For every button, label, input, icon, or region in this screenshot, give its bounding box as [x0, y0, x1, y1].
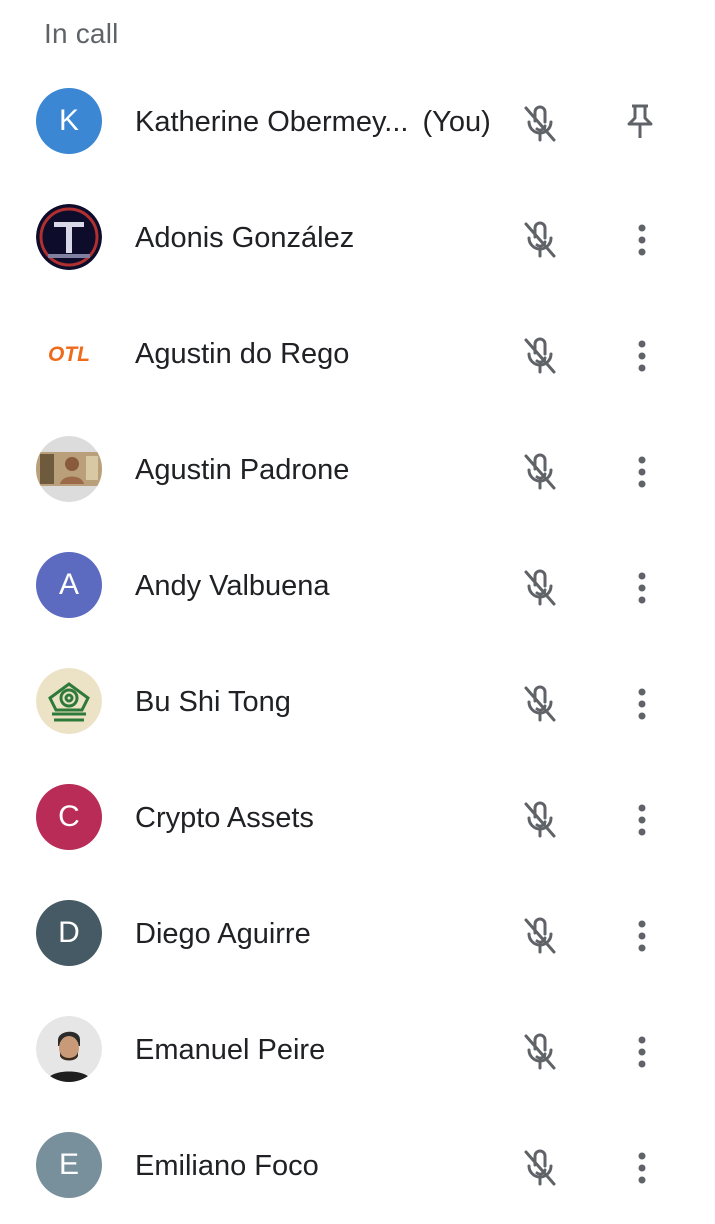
mic-off-icon: [516, 564, 564, 612]
mic-off-icon: [516, 1144, 564, 1192]
more-vert-icon[interactable]: [618, 564, 666, 612]
more-vert-icon[interactable]: [618, 1028, 666, 1076]
avatar-letter: A: [58, 568, 79, 601]
participant-row[interactable]: OTL Agustin do Rego: [0, 296, 715, 412]
participant-name: Agustin do Rego: [135, 338, 350, 370]
avatar-letter: K: [58, 104, 79, 137]
participant-name: Andy Valbuena: [135, 570, 330, 602]
more-vert-icon[interactable]: [618, 448, 666, 496]
section-title: In call: [44, 18, 119, 49]
otl-logo-avatar: OTL: [36, 320, 102, 386]
mic-off-icon: [516, 680, 564, 728]
otl-logo-text: OTL: [48, 343, 90, 366]
t-logo-avatar: [36, 204, 102, 270]
participant-row[interactable]: Agustin Padrone: [0, 412, 715, 528]
earth-kingdom-emblem-avatar: [36, 668, 102, 734]
more-vert-icon[interactable]: [618, 1144, 666, 1192]
avatar: K: [36, 88, 102, 154]
photo-avatar: [36, 436, 102, 502]
participant-row[interactable]: E Emiliano Foco: [0, 1108, 715, 1224]
participant-name: Diego Aguirre: [135, 918, 311, 950]
participant-row[interactable]: D Diego Aguirre: [0, 876, 715, 992]
photo-avatar: [36, 1016, 102, 1082]
participant-row[interactable]: C Crypto Assets: [0, 760, 715, 876]
avatar: C: [36, 784, 102, 850]
avatar-letter: D: [58, 916, 80, 949]
more-vert-icon[interactable]: [618, 216, 666, 264]
participant-list: K Katherine Obermey... (You) Adonis Gonzá…: [0, 64, 715, 1224]
participant-name: Adonis González: [135, 222, 355, 254]
participant-name: Emiliano Foco: [135, 1150, 319, 1182]
avatar-letter: C: [58, 800, 80, 833]
pin-icon[interactable]: [616, 98, 664, 146]
avatar: A: [36, 552, 102, 618]
participant-name: Emanuel Peire: [135, 1034, 326, 1066]
more-vert-icon[interactable]: [618, 332, 666, 380]
participant-name: Katherine Obermey...: [135, 106, 409, 138]
participant-row[interactable]: Bu Shi Tong: [0, 644, 715, 760]
more-vert-icon[interactable]: [618, 912, 666, 960]
mic-off-icon: [516, 448, 564, 496]
avatar: E: [36, 1132, 102, 1198]
mic-off-icon: [516, 796, 564, 844]
mic-off-icon: [516, 100, 564, 148]
mic-off-icon: [516, 216, 564, 264]
participant-name: Bu Shi Tong: [135, 686, 291, 718]
avatar: D: [36, 900, 102, 966]
avatar-letter: E: [58, 1148, 79, 1181]
participant-row[interactable]: Emanuel Peire: [0, 992, 715, 1108]
mic-off-icon: [516, 912, 564, 960]
participant-row[interactable]: K Katherine Obermey... (You): [0, 64, 715, 180]
participant-row[interactable]: Adonis González: [0, 180, 715, 296]
mic-off-icon: [516, 332, 564, 380]
mic-off-icon: [516, 1028, 564, 1076]
more-vert-icon[interactable]: [618, 680, 666, 728]
you-label: (You): [422, 106, 491, 138]
participant-name: Crypto Assets: [135, 802, 314, 834]
participant-row[interactable]: A Andy Valbuena: [0, 528, 715, 644]
more-vert-icon[interactable]: [618, 796, 666, 844]
participant-name: Agustin Padrone: [135, 454, 350, 486]
